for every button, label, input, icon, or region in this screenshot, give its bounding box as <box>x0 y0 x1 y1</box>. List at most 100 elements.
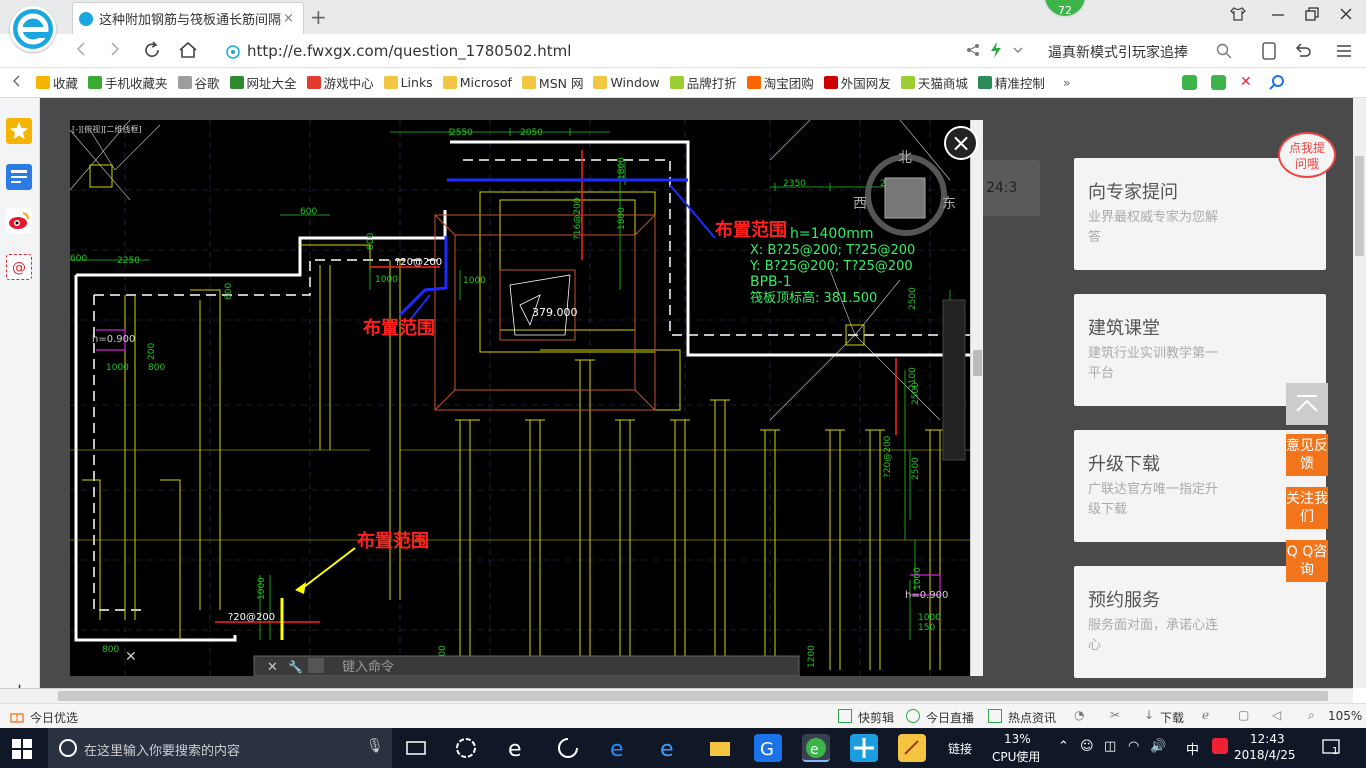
speaker-icon[interactable]: ◁ <box>1272 708 1281 722</box>
file-explorer-icon[interactable] <box>706 734 734 762</box>
menu-icon[interactable] <box>1336 44 1352 61</box>
page-horizontal-scrollbar[interactable] <box>0 688 1353 703</box>
people-icon[interactable]: ☺ <box>1080 739 1094 754</box>
bookmark-item[interactable]: 天猫商城 <box>900 73 968 92</box>
minimize-button[interactable] <box>1270 6 1286 26</box>
bookmark-item[interactable]: 游戏中心 <box>306 73 374 92</box>
back-button[interactable] <box>72 40 90 63</box>
bookmark-item[interactable]: 网址大全 <box>229 73 297 92</box>
command-line[interactable]: ✕ 🔧 键入命令 <box>253 655 800 676</box>
bookmark-item[interactable]: 收藏 <box>36 73 78 92</box>
bookmark-item[interactable]: 谷歌 <box>177 73 220 92</box>
qq-consult-button[interactable]: Q Q咨询 <box>1286 540 1328 582</box>
bookmark-item[interactable]: 手机收藏夹 <box>88 73 168 92</box>
bookmarks-more-button[interactable]: » <box>1063 75 1071 90</box>
wifi-icon[interactable]: ◠ <box>1128 739 1139 754</box>
clock-time[interactable]: 12:43 <box>1250 732 1285 746</box>
viewer-scrollbar[interactable] <box>970 120 983 676</box>
reading-list-icon[interactable] <box>6 164 32 190</box>
bookmark-item[interactable]: 外国网友 <box>823 73 891 92</box>
lightning-icon[interactable] <box>990 42 1002 61</box>
dropdown-chevron-icon[interactable] <box>1012 44 1024 59</box>
page-vertical-scrollbar[interactable] <box>1353 98 1366 688</box>
cad-drawing-image[interactable]: 379.000 25502050 23502350 6002250 600 18… <box>70 120 970 676</box>
feedback-button[interactable]: 意见反馈 <box>1286 434 1328 476</box>
restore-button[interactable] <box>1304 6 1320 26</box>
shirt-icon[interactable] <box>1230 6 1246 26</box>
notes-app-icon[interactable] <box>898 734 926 762</box>
favorites-star-icon[interactable] <box>6 118 32 144</box>
ie-browser-icon[interactable]: e <box>504 734 532 762</box>
reload-button[interactable] <box>142 40 162 65</box>
pinwheel-app-icon[interactable] <box>452 734 480 762</box>
site-security-icon[interactable] <box>225 44 241 63</box>
zoom-icon[interactable]: ⌕ <box>1308 708 1315 723</box>
window-icon[interactable]: ▢ <box>1238 708 1249 722</box>
internet-explorer-icon[interactable]: e <box>656 734 684 762</box>
bookmark-item[interactable]: Window <box>593 75 660 90</box>
tools-icon[interactable]: ✂ <box>1110 708 1120 722</box>
bookmark-item[interactable]: MSN 网 <box>521 73 583 92</box>
sogou-ime-icon[interactable] <box>1212 738 1228 754</box>
email-icon[interactable]: @ <box>6 254 32 280</box>
bookmark-item[interactable]: Microsof <box>442 75 512 90</box>
tray-expand-icon[interactable]: ⌃ <box>1058 739 1069 754</box>
forward-button[interactable] <box>106 40 124 63</box>
back-to-top-button[interactable] <box>1286 383 1328 425</box>
bookmark-item[interactable]: 精准控制 <box>977 73 1045 92</box>
browser-tab[interactable]: 这种附加钢筋与筏板通长筋间隔 × <box>72 2 304 34</box>
phone-icon[interactable] <box>1262 42 1276 63</box>
service-card[interactable]: 预约服务 服务面对面，承诺心连心 <box>1074 566 1326 678</box>
today-live-link[interactable]: 今日直播 <box>926 709 974 726</box>
search-icon[interactable] <box>1216 43 1232 62</box>
tab-close-icon[interactable]: × <box>283 11 297 26</box>
microphone-icon[interactable]: 🎙 <box>366 738 384 754</box>
task-view-icon[interactable] <box>402 734 430 762</box>
links-toolbar[interactable]: 链接 <box>948 740 972 757</box>
windows-start-icon[interactable] <box>12 739 32 762</box>
sidebar-toggle-icon[interactable] <box>12 75 22 90</box>
new-tab-button[interactable]: + <box>310 5 327 29</box>
weibo-icon[interactable] <box>6 208 32 234</box>
active-browser-icon[interactable]: e <box>802 734 830 762</box>
zoom-search-icon[interactable] <box>1269 75 1284 90</box>
taskbar-search-box[interactable]: 在这里输入你要搜索的内容 🎙 <box>48 728 392 768</box>
service-card[interactable]: 向专家提问 业界最权威专家为您解答 <box>1074 158 1326 270</box>
home-button[interactable] <box>178 40 198 65</box>
compass-icon[interactable]: 北 西 东 <box>853 150 956 236</box>
speed-icon[interactable]: ◔ <box>1074 708 1084 722</box>
browser-logo-icon[interactable] <box>10 6 56 52</box>
translate-icon[interactable] <box>1211 75 1226 90</box>
move-app-icon[interactable] <box>850 734 878 762</box>
bookmark-item[interactable]: Links <box>383 75 433 90</box>
edge-browser-icon[interactable]: e <box>606 734 634 762</box>
bookmark-item[interactable]: 淘宝团购 <box>746 73 814 92</box>
download-link[interactable]: 下载 <box>1160 709 1184 726</box>
notification-badge[interactable]: 72 <box>1043 0 1087 18</box>
g-app-icon[interactable]: G <box>754 734 782 762</box>
cad-nav-bar[interactable] <box>942 299 966 461</box>
quick-clip-link[interactable]: 快剪辑 <box>858 709 894 726</box>
search-input[interactable]: 逼真新模式引玩家追捧 <box>1048 42 1188 62</box>
bookmark-item[interactable]: 品牌打折 <box>669 73 737 92</box>
close-window-button[interactable] <box>1338 6 1354 26</box>
share-icon[interactable] <box>966 43 980 60</box>
url-input[interactable]: http://e.fwxgx.com/question_1780502.html <box>247 42 571 60</box>
clock-date[interactable]: 2018/4/25 <box>1234 748 1296 762</box>
notification-center-icon[interactable]: 1 <box>1322 738 1344 761</box>
ask-bubble[interactable]: 点我提问哦 <box>1278 132 1336 178</box>
browser-mini-icon[interactable]: ℯ <box>1202 708 1209 722</box>
download-arrow-icon[interactable]: ↓ <box>1144 708 1154 722</box>
volume-icon[interactable]: 🔊 <box>1150 739 1166 754</box>
spiral-app-icon[interactable] <box>554 734 582 762</box>
undo-icon[interactable] <box>1294 42 1312 63</box>
zoom-level[interactable]: 105% <box>1328 709 1362 723</box>
yen-shield-icon[interactable] <box>1182 75 1197 90</box>
hot-news-link[interactable]: 热点资讯 <box>1008 709 1056 726</box>
follow-us-button[interactable]: 关注我们 <box>1286 487 1328 529</box>
daily-picks-link[interactable]: 今日优选 <box>30 709 78 726</box>
network-icon[interactable]: ◫ <box>1104 739 1116 754</box>
viewer-close-button[interactable]: × <box>944 126 978 160</box>
ime-mode[interactable]: 中 <box>1186 739 1199 758</box>
scissors-icon[interactable]: ✕ <box>1240 75 1255 90</box>
